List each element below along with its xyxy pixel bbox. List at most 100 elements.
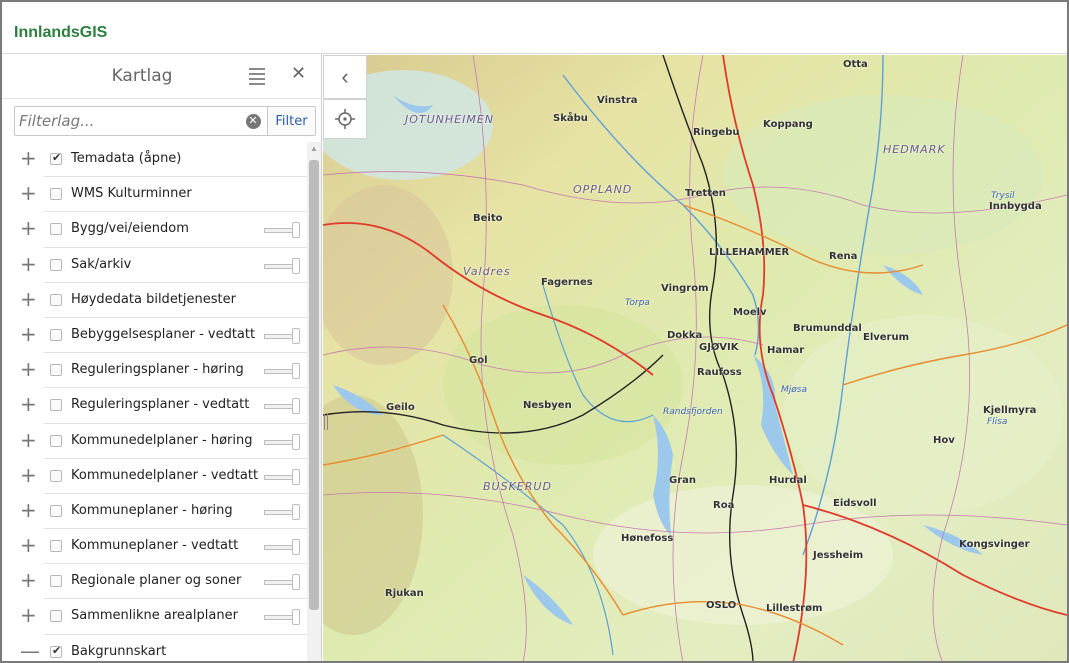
panel-resize-handle[interactable] [324, 414, 328, 430]
layer-label: Kommunedelplaner - vedtatt [71, 467, 259, 483]
layer-row[interactable]: + Temadata (åpne) [2, 142, 307, 178]
expand-icon[interactable]: + [20, 500, 37, 520]
map-label-rjukan: Rjukan [385, 588, 424, 599]
opacity-slider[interactable] [264, 363, 300, 380]
opacity-slider[interactable] [264, 257, 300, 274]
layer-row[interactable]: + Kommunedelplaner - høring [2, 424, 307, 459]
layer-checkbox[interactable] [50, 258, 62, 271]
expand-icon[interactable]: + [20, 359, 37, 379]
expand-icon[interactable]: + [20, 570, 37, 590]
slider-track[interactable] [264, 509, 294, 515]
list-icon[interactable] [249, 68, 265, 85]
opacity-slider[interactable] [264, 468, 300, 485]
slider-track[interactable] [264, 333, 294, 339]
expand-icon[interactable]: + [20, 148, 37, 168]
map-label-lillehammer: LILLEHAMMER [709, 247, 790, 258]
close-icon[interactable]: ✕ [291, 63, 306, 84]
layer-checkbox[interactable] [50, 223, 62, 236]
expand-icon[interactable]: + [20, 324, 37, 344]
crosshair-icon[interactable] [323, 99, 367, 139]
opacity-slider[interactable] [264, 503, 300, 520]
layer-checkbox[interactable] [50, 469, 62, 482]
layer-row[interactable]: + Kommuneplaner - høring [2, 494, 307, 530]
layer-checkbox[interactable] [50, 399, 62, 412]
expand-icon[interactable]: + [20, 430, 37, 450]
layer-row[interactable]: + Regionale planer og soner [2, 564, 307, 600]
expand-icon[interactable]: + [20, 535, 37, 555]
slider-track[interactable] [264, 228, 294, 234]
opacity-slider[interactable] [264, 398, 300, 415]
slider-track[interactable] [264, 545, 294, 551]
slider-track[interactable] [264, 404, 294, 410]
slider-handle[interactable] [292, 222, 300, 239]
slider-track[interactable] [264, 439, 294, 445]
layer-checkbox[interactable] [50, 328, 62, 341]
map-label-hamar: Hamar [767, 345, 805, 356]
layer-row[interactable]: + Kommunedelplaner - vedtatt [2, 459, 307, 494]
layer-checkbox[interactable] [50, 434, 62, 447]
map-label-otta: Otta [843, 59, 868, 70]
layer-row[interactable]: — Bakgrunnskart [2, 635, 307, 661]
slider-handle[interactable] [292, 468, 300, 485]
clear-icon[interactable]: ✕ [239, 107, 267, 135]
slider-track[interactable] [264, 263, 294, 269]
map-label-honefoss: Hønefoss [621, 533, 674, 544]
slider-handle[interactable] [292, 433, 300, 450]
map-label-skabu: Skåbu [553, 113, 588, 124]
layer-row[interactable]: + Sak/arkiv [2, 248, 307, 283]
scroll-up-icon[interactable]: ▲ [310, 144, 318, 153]
expand-icon[interactable]: + [20, 605, 37, 625]
map-label-randsfjorden: Randsfjorden [663, 407, 723, 417]
layer-checkbox[interactable] [50, 504, 62, 517]
layer-checkbox[interactable] [50, 188, 62, 201]
slider-handle[interactable] [292, 574, 300, 591]
filter-button[interactable]: Filter [267, 107, 315, 135]
layer-checkbox[interactable] [50, 293, 62, 306]
layer-row[interactable]: + Reguleringsplaner - høring [2, 353, 307, 389]
map-label-oppland: OPPLAND [573, 183, 633, 196]
opacity-slider[interactable] [264, 433, 300, 450]
expand-icon[interactable]: + [20, 183, 37, 203]
layer-checkbox[interactable] [50, 151, 62, 165]
layer-checkbox[interactable] [50, 610, 62, 623]
slider-handle[interactable] [292, 257, 300, 274]
opacity-slider[interactable] [264, 222, 300, 239]
layer-checkbox[interactable] [50, 540, 62, 553]
expand-icon[interactable]: + [20, 254, 37, 274]
opacity-slider[interactable] [264, 574, 300, 591]
slider-track[interactable] [264, 615, 294, 621]
expand-icon[interactable]: + [20, 218, 37, 238]
layer-row[interactable]: + Bebyggelsesplaner - vedtatt [2, 318, 307, 354]
map-canvas[interactable] [323, 55, 1067, 663]
slider-track[interactable] [264, 580, 294, 586]
opacity-slider[interactable] [264, 539, 300, 556]
expand-icon[interactable]: + [20, 394, 37, 414]
slider-handle[interactable] [292, 609, 300, 626]
opacity-slider[interactable] [264, 327, 300, 344]
scroll-thumb[interactable] [309, 160, 319, 610]
slider-handle[interactable] [292, 327, 300, 344]
layer-checkbox[interactable] [50, 644, 62, 658]
layer-row[interactable]: + Høydedata bildetjenester [2, 283, 307, 318]
slider-handle[interactable] [292, 398, 300, 415]
slider-handle[interactable] [292, 539, 300, 556]
layer-checkbox[interactable] [50, 364, 62, 377]
slider-track[interactable] [264, 474, 294, 480]
layer-row[interactable]: + WMS Kulturminner [2, 177, 307, 213]
opacity-slider[interactable] [264, 609, 300, 626]
expand-icon[interactable]: + [20, 289, 37, 309]
map-view[interactable]: JOTUNHEIMEN OPPLAND HEDMARK BUSKERUD Val… [323, 55, 1067, 663]
layer-row[interactable]: + Kommuneplaner - vedtatt [2, 529, 307, 565]
chevron-left-icon[interactable]: ‹ [323, 55, 367, 99]
scrollbar[interactable]: ▲ [307, 142, 321, 661]
layer-checkbox[interactable] [50, 575, 62, 588]
slider-handle[interactable] [292, 503, 300, 520]
layer-row[interactable]: + Reguleringsplaner - vedtatt [2, 388, 307, 424]
slider-handle[interactable] [292, 363, 300, 380]
slider-track[interactable] [264, 369, 294, 375]
collapse-icon[interactable]: — [20, 641, 40, 661]
filter-input[interactable] [15, 107, 239, 135]
layer-row[interactable]: + Bygg/vei/eiendom [2, 212, 307, 248]
layer-row[interactable]: + Sammenlikne arealplaner [2, 599, 307, 635]
expand-icon[interactable]: + [20, 465, 37, 485]
